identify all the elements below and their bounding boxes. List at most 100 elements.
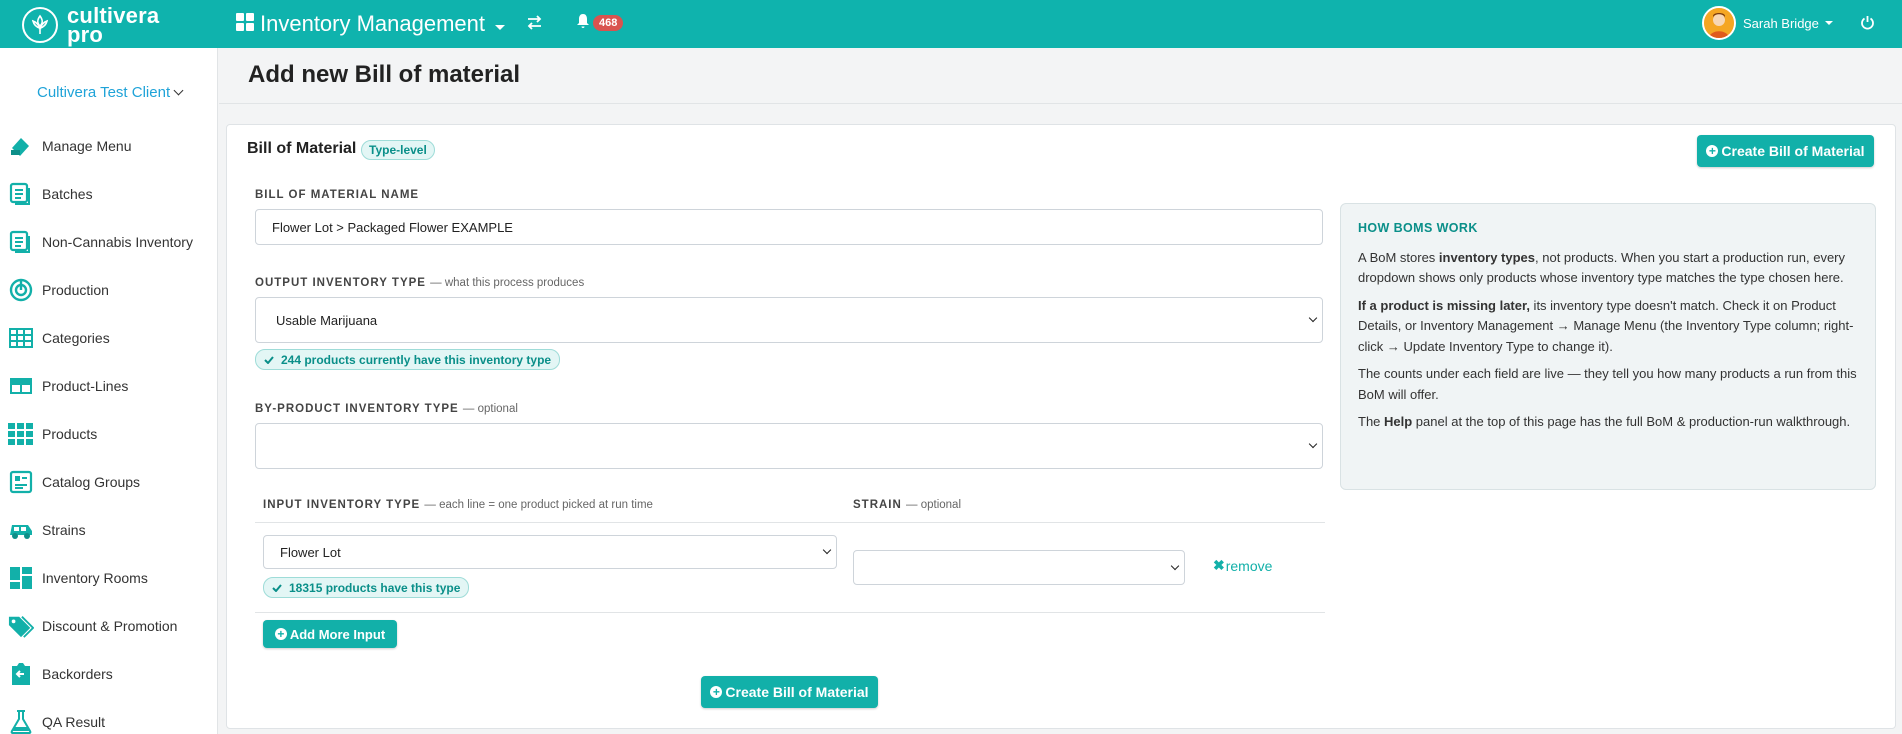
sidebar-item-products[interactable]: Products [8, 419, 213, 449]
help-emphasis: If a product is missing later, [1358, 297, 1530, 313]
sidebar-item-inventory-rooms[interactable]: Inventory Rooms [8, 563, 213, 593]
module-switcher[interactable]: Inventory Management [236, 11, 506, 37]
strain-select[interactable] [853, 550, 1185, 585]
type-level-badge: Type-level [361, 140, 435, 160]
strain-header: STRAIN — optional [853, 499, 961, 511]
sidebar: Cultivera Test Client Manage Menu Batche… [0, 48, 218, 734]
table-divider [255, 522, 1325, 523]
input-type-header: INPUT INVENTORY TYPE — each line = one p… [263, 499, 653, 511]
sidebar-item-label: Inventory Rooms [42, 570, 148, 586]
tags-icon [8, 613, 34, 639]
output-type-label-text: OUTPUT INVENTORY TYPE [255, 277, 426, 289]
chevron-down-icon [173, 85, 184, 96]
leaf-logo-icon [22, 7, 58, 43]
byproduct-type-hint: — optional [462, 403, 518, 415]
swap-arrows-icon[interactable] [526, 14, 543, 34]
create-bom-label: Create Bill of Material [1721, 143, 1865, 159]
input-type-select[interactable]: Flower Lot [263, 535, 837, 569]
rooms-icon [8, 565, 34, 591]
output-count-text: 244 products currently have this invento… [281, 352, 552, 367]
close-icon: ✖ [1213, 557, 1225, 573]
sidebar-item-label: Strains [42, 522, 86, 538]
avatar [1702, 6, 1736, 40]
sidebar-item-qa-result[interactable]: QA Result [8, 707, 213, 734]
plus-circle-icon: + [1706, 145, 1719, 157]
remove-label: remove [1225, 557, 1273, 574]
notification-badge: 468 [593, 14, 624, 31]
sidebar-item-label: Product-Lines [42, 378, 129, 394]
bom-name-label: BILL OF MATERIAL NAME [255, 189, 420, 201]
sidebar-item-label: Categories [42, 330, 110, 346]
input-count-badge: 18315 products have this type [263, 577, 470, 598]
help-paragraph-1: A BoM stores inventory types, not produc… [1358, 248, 1858, 289]
plus-circle-icon: + [274, 628, 287, 640]
catalog-icon [8, 469, 34, 495]
output-type-hint: — what this process produces [430, 277, 585, 289]
sidebar-item-product-lines[interactable]: Product-Lines [8, 371, 213, 401]
client-name: Cultivera Test Client [37, 84, 171, 101]
menu-tag-icon [8, 133, 34, 159]
plus-circle-icon: + [710, 686, 723, 698]
input-type-value: Flower Lot [280, 544, 341, 560]
sidebar-item-label: Backorders [42, 666, 113, 682]
sidebar-item-batches[interactable]: Batches [8, 179, 213, 209]
bom-name-value: Flower Lot > Packaged Flower EXAMPLE [272, 219, 513, 235]
sidebar-item-backorders[interactable]: Backorders [8, 659, 213, 689]
how-boms-work-panel: HOW BOMS WORK A BoM stores inventory typ… [1340, 203, 1876, 490]
sidebar-item-label: Manage Menu [42, 138, 132, 154]
sidebar-item-discount-promotion[interactable]: Discount & Promotion [8, 611, 213, 641]
help-heading: HOW BOMS WORK [1358, 221, 1478, 235]
sidebar-item-label: Non-Cannabis Inventory [42, 234, 193, 250]
add-more-input-button[interactable]: + Add More Input [263, 620, 397, 648]
help-text: panel at the top of this page has the fu… [1412, 414, 1851, 429]
module-grid-icon [236, 11, 254, 37]
table-divider [255, 612, 1325, 613]
chevron-down-icon [1170, 561, 1180, 570]
input-type-header-text: INPUT INVENTORY TYPE [263, 499, 421, 511]
sidebar-item-catalog-groups[interactable]: Catalog Groups [8, 467, 213, 497]
help-paragraph-3: The counts under each field are live — t… [1358, 366, 1857, 402]
power-icon[interactable] [1860, 15, 1875, 33]
help-text: The [1358, 414, 1385, 429]
help-text: A BoM stores [1358, 249, 1439, 265]
output-type-value: Usable Marijuana [276, 312, 378, 328]
chevron-down-icon [822, 545, 832, 555]
cultivera-logo[interactable]: cultivera pro [22, 5, 159, 46]
sidebar-item-strains[interactable]: Strains [8, 515, 213, 545]
help-emphasis: Help [1384, 414, 1413, 429]
strain-hint: — optional [906, 499, 961, 511]
user-menu[interactable]: Sarah Bridge [1702, 6, 1833, 40]
submit-label: Create Bill of Material [725, 684, 869, 700]
create-bom-button-top[interactable]: + Create Bill of Material [1697, 135, 1874, 167]
sidebar-item-categories[interactable]: Categories [8, 323, 213, 353]
notifications-button[interactable]: 468 [576, 13, 624, 32]
strain-header-text: STRAIN [853, 499, 902, 511]
sidebar-item-label: QA Result [42, 714, 106, 730]
chevron-down-icon [1824, 21, 1833, 25]
help-paragraph-4: The Help panel at the top of this page h… [1358, 412, 1858, 433]
add-more-label: Add More Input [289, 626, 386, 642]
sidebar-item-non-cannabis-inventory[interactable]: Non-Cannabis Inventory [8, 227, 213, 257]
list-icon [8, 181, 34, 207]
sidebar-item-label: Batches [42, 186, 93, 202]
sidebar-item-label: Discount & Promotion [42, 618, 178, 634]
output-type-select[interactable]: Usable Marijuana [255, 297, 1323, 343]
input-type-hint: — each line = one product picked at run … [424, 499, 653, 511]
byproduct-type-label: BY-PRODUCT INVENTORY TYPE — optional [255, 403, 518, 415]
check-icon [264, 353, 274, 367]
sidebar-item-manage-menu[interactable]: Manage Menu [8, 131, 213, 161]
byproduct-type-select[interactable] [255, 423, 1323, 469]
sidebar-item-label: Catalog Groups [42, 474, 141, 490]
strains-icon [8, 517, 34, 543]
list-icon [8, 229, 34, 255]
byproduct-type-label-text: BY-PRODUCT INVENTORY TYPE [255, 403, 459, 415]
bom-name-input[interactable]: Flower Lot > Packaged Flower EXAMPLE [255, 209, 1323, 245]
production-icon [8, 277, 34, 303]
backorders-icon [8, 661, 34, 687]
sidebar-item-label: Products [42, 426, 98, 442]
sidebar-item-production[interactable]: Production [8, 275, 213, 305]
remove-input-button[interactable]: ✖ remove [1213, 557, 1272, 574]
top-bar: cultivera pro Inventory Management 468 S… [0, 0, 1902, 48]
client-selector[interactable]: Cultivera Test Client [37, 84, 184, 101]
create-bom-button-bottom[interactable]: + Create Bill of Material [701, 676, 878, 708]
